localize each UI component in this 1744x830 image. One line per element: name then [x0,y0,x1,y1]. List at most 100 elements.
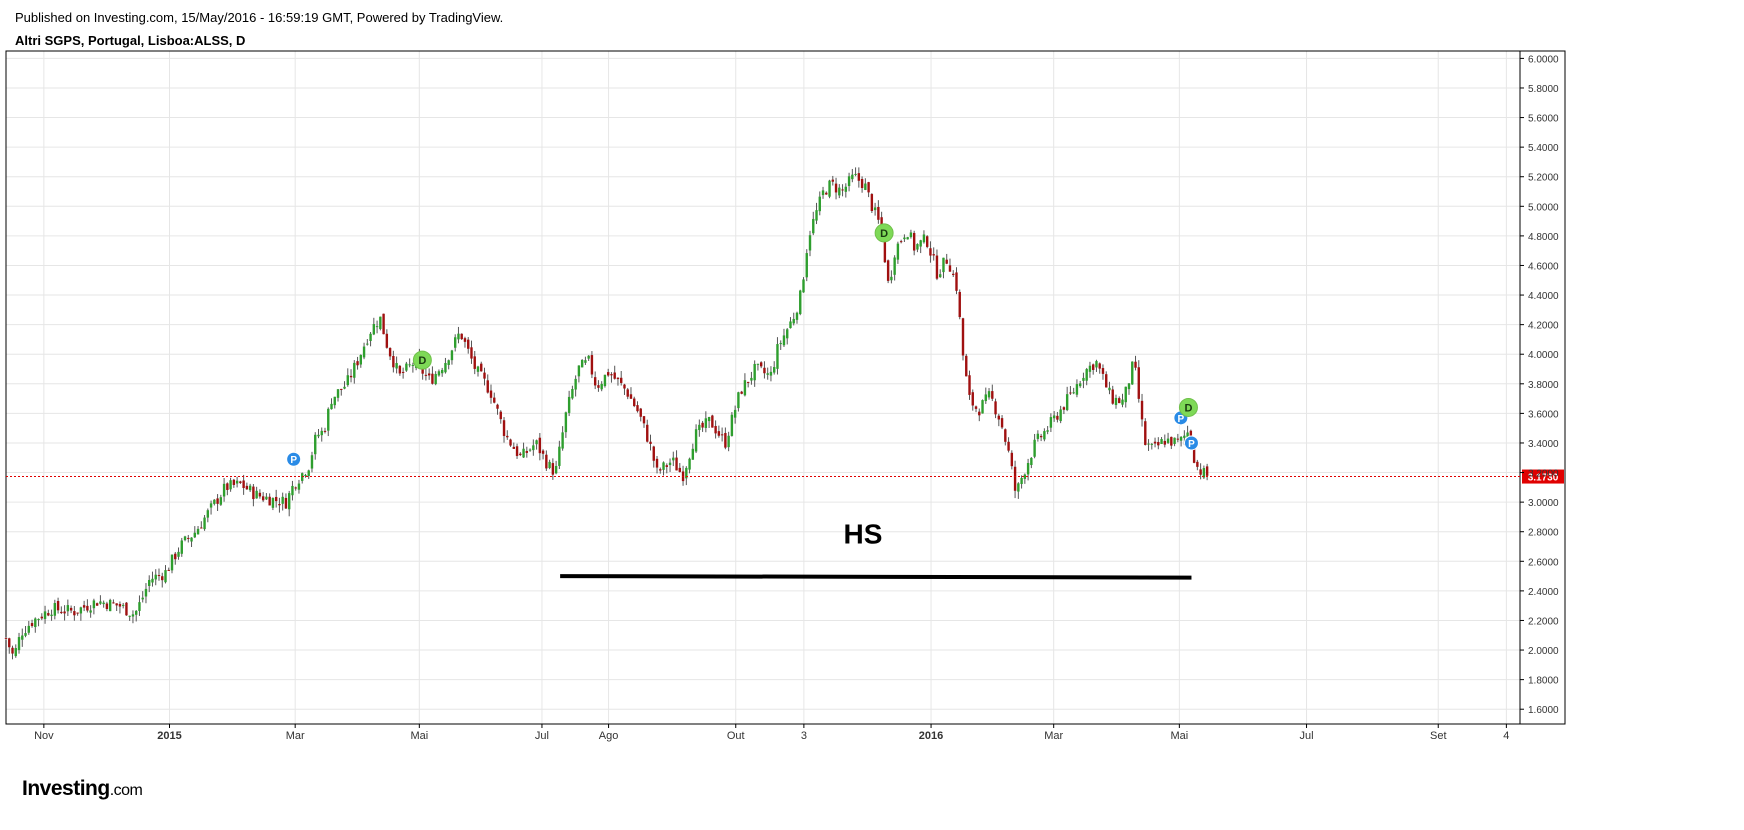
candle-body [756,363,760,365]
candle-body [623,384,626,389]
candle-body [405,363,408,371]
x-tick-label: Jul [535,730,549,742]
candle-body [984,394,987,402]
candle-body [1000,418,1004,428]
candle-body [567,396,571,413]
y-tick-label: 3.4000 [1528,439,1559,450]
x-tick-label: 3 [801,730,807,742]
candle-body [154,574,157,580]
candle-body [860,179,864,189]
candle-body [261,496,265,501]
candle-body [958,291,961,318]
candle-body [470,347,473,359]
candle-body [733,409,737,418]
candle-body [434,373,437,385]
y-tick-label: 5.8000 [1528,84,1559,95]
candle-body [932,254,935,256]
candle-body [252,486,255,500]
candle-body [271,497,275,508]
candle-body [102,602,105,605]
candle-body [213,499,216,504]
candle-body [304,474,307,476]
candle-body [968,375,971,395]
y-tick-label: 4.2000 [1528,321,1559,332]
candle-body [642,416,646,424]
candle-body [108,599,112,612]
candle-body [1026,463,1030,475]
candle-body [750,377,753,381]
candle-body [792,318,795,324]
x-tick-label: Nov [34,730,54,742]
y-tick-label: 2.0000 [1528,646,1559,657]
candle-body [1105,374,1108,388]
candle-body [385,333,389,348]
candle-body [274,496,278,502]
candle-body [603,374,607,387]
candle-body [610,374,613,376]
candle-body [939,274,942,278]
event-marker-label: D [1184,402,1192,414]
candle-body [1166,438,1170,443]
candle-body [1101,368,1105,374]
candle-body [372,324,376,335]
logo-domain: .com [109,782,143,799]
candle-body [1095,361,1098,368]
candle-body [808,235,812,251]
candle-body [105,603,109,610]
candle-body [740,391,743,394]
price-chart[interactable]: 3.1730 PDDPDP HS Nov 2015 Mar Mai Jul Ago Out 3… [0,0,1744,830]
candle-body [1004,429,1007,442]
candle-body [1085,369,1088,381]
candle-body [493,397,496,403]
candle-body [14,648,17,657]
candle-body [753,363,756,381]
candle-body [1124,386,1127,403]
candle-body [714,425,717,434]
x-axis-ticks: Nov 2015 Mar Mai Jul Ago Out 3 2016 Mar Mai Jul Set 4 [34,724,1509,742]
candle-body [196,528,200,535]
candle-body [535,440,538,445]
candle-body [476,366,480,372]
candle-body [1111,389,1114,404]
candle-body [916,244,919,250]
candle-body [515,446,519,456]
candle-body [245,485,249,490]
candle-body [987,391,991,398]
y-tick-label: 4.6000 [1528,261,1559,272]
candle-body [1023,474,1027,479]
candle-body [580,359,584,368]
candle-body [431,373,434,384]
candle-body [746,381,750,383]
candle-body [310,455,314,469]
candle-body [118,603,122,607]
candle-body [1036,433,1040,439]
candle-body [620,377,623,383]
candle-body [821,190,825,196]
candle-body [144,588,148,597]
y-tick-label: 2.8000 [1528,528,1559,539]
hs-neckline[interactable] [560,574,1192,580]
candle-body [320,430,323,436]
candle-body [730,414,734,436]
candle-body [1173,437,1176,444]
candle-body [1065,394,1069,411]
candle-body [457,333,460,340]
x-tick-label: Out [727,730,745,742]
candle-body [294,487,297,489]
candle-body [203,517,206,530]
candle-body [1030,457,1033,466]
candle-body [327,408,330,431]
candle-body [1137,367,1140,399]
candle-body [886,260,890,281]
candle-body [626,389,629,397]
candle-body [825,192,828,195]
candle-body [82,605,86,608]
candle-body [952,273,955,275]
candle-body [281,496,284,504]
candle-body [1017,483,1020,492]
candle-body [903,237,906,240]
candle-body [590,355,594,375]
candle-body [935,255,939,279]
candle-body [1052,415,1056,419]
y-tick-label: 1.6000 [1528,705,1559,716]
